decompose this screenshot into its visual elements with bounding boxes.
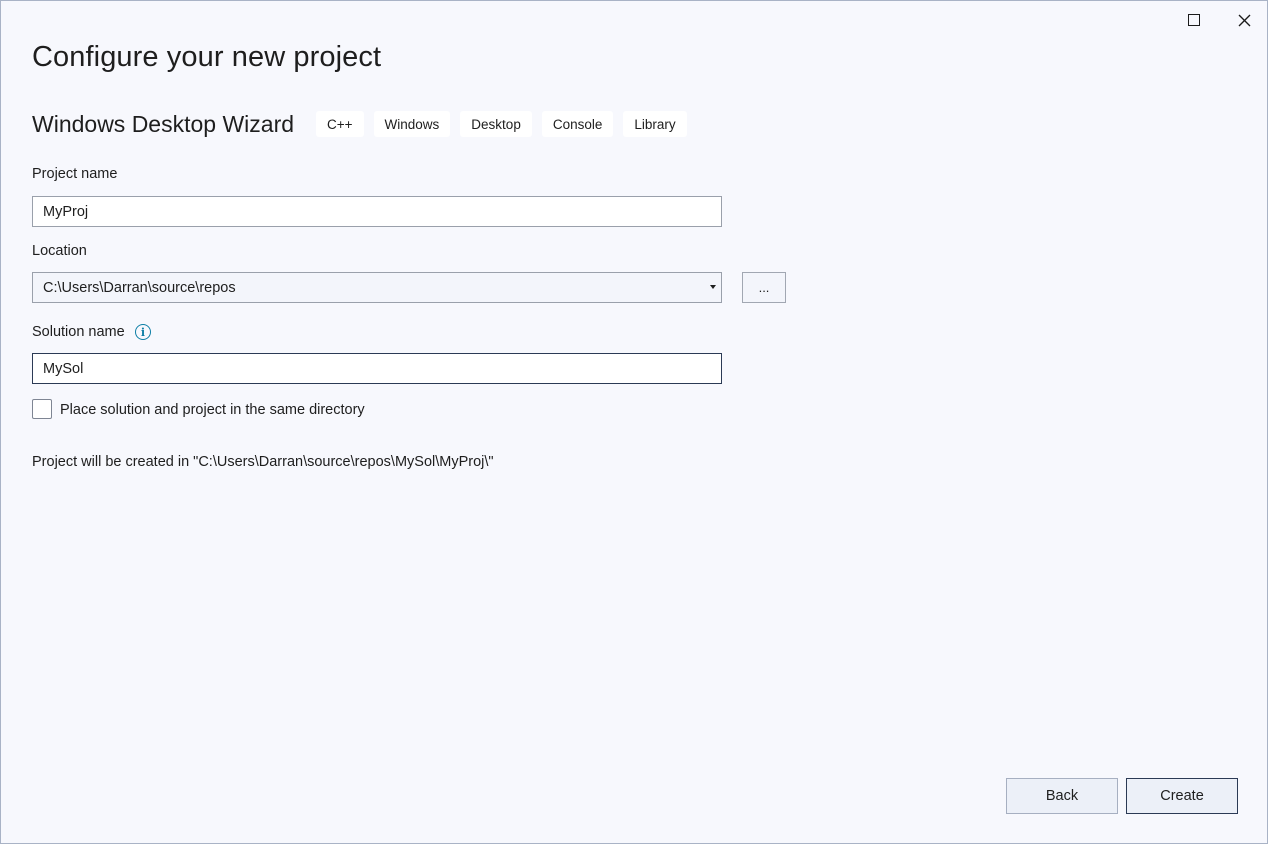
same-directory-checkbox[interactable] xyxy=(32,399,52,419)
same-directory-label[interactable]: Place solution and project in the same d… xyxy=(60,402,365,418)
back-button[interactable]: Back xyxy=(1006,778,1118,814)
maximize-button[interactable] xyxy=(1179,7,1209,33)
project-name-input[interactable]: MyProj xyxy=(32,196,722,227)
maximize-icon xyxy=(1188,14,1200,26)
template-tags: C++ Windows Desktop Console Library xyxy=(316,111,687,137)
browse-button[interactable]: ... xyxy=(742,272,786,303)
project-name-value: MyProj xyxy=(43,203,89,220)
template-name: Windows Desktop Wizard xyxy=(32,111,295,137)
chevron-down-icon[interactable] xyxy=(710,285,716,289)
tag-library: Library xyxy=(623,111,687,137)
configure-project-window: Configure your new project Windows Deskt… xyxy=(0,0,1268,844)
page-title: Configure your new project xyxy=(32,41,382,73)
project-name-label: Project name xyxy=(32,166,118,182)
solution-name-input[interactable]: MySol xyxy=(32,353,722,384)
close-button[interactable] xyxy=(1229,7,1259,33)
solution-name-value: MySol xyxy=(43,360,84,377)
tag-cpp: C++ xyxy=(316,111,364,137)
location-label: Location xyxy=(32,243,87,259)
info-icon[interactable]: i xyxy=(135,324,151,340)
tag-desktop: Desktop xyxy=(460,111,532,137)
tag-console: Console xyxy=(541,111,614,137)
created-path-text: Project will be created in "C:\Users\Dar… xyxy=(32,454,494,470)
tag-windows: Windows xyxy=(373,111,451,137)
close-icon xyxy=(1238,14,1250,26)
solution-name-label: Solution name xyxy=(32,324,125,340)
location-value: C:\Users\Darran\source\repos xyxy=(43,279,236,296)
location-combobox[interactable]: C:\Users\Darran\source\repos xyxy=(32,272,722,303)
create-button[interactable]: Create xyxy=(1126,778,1238,814)
